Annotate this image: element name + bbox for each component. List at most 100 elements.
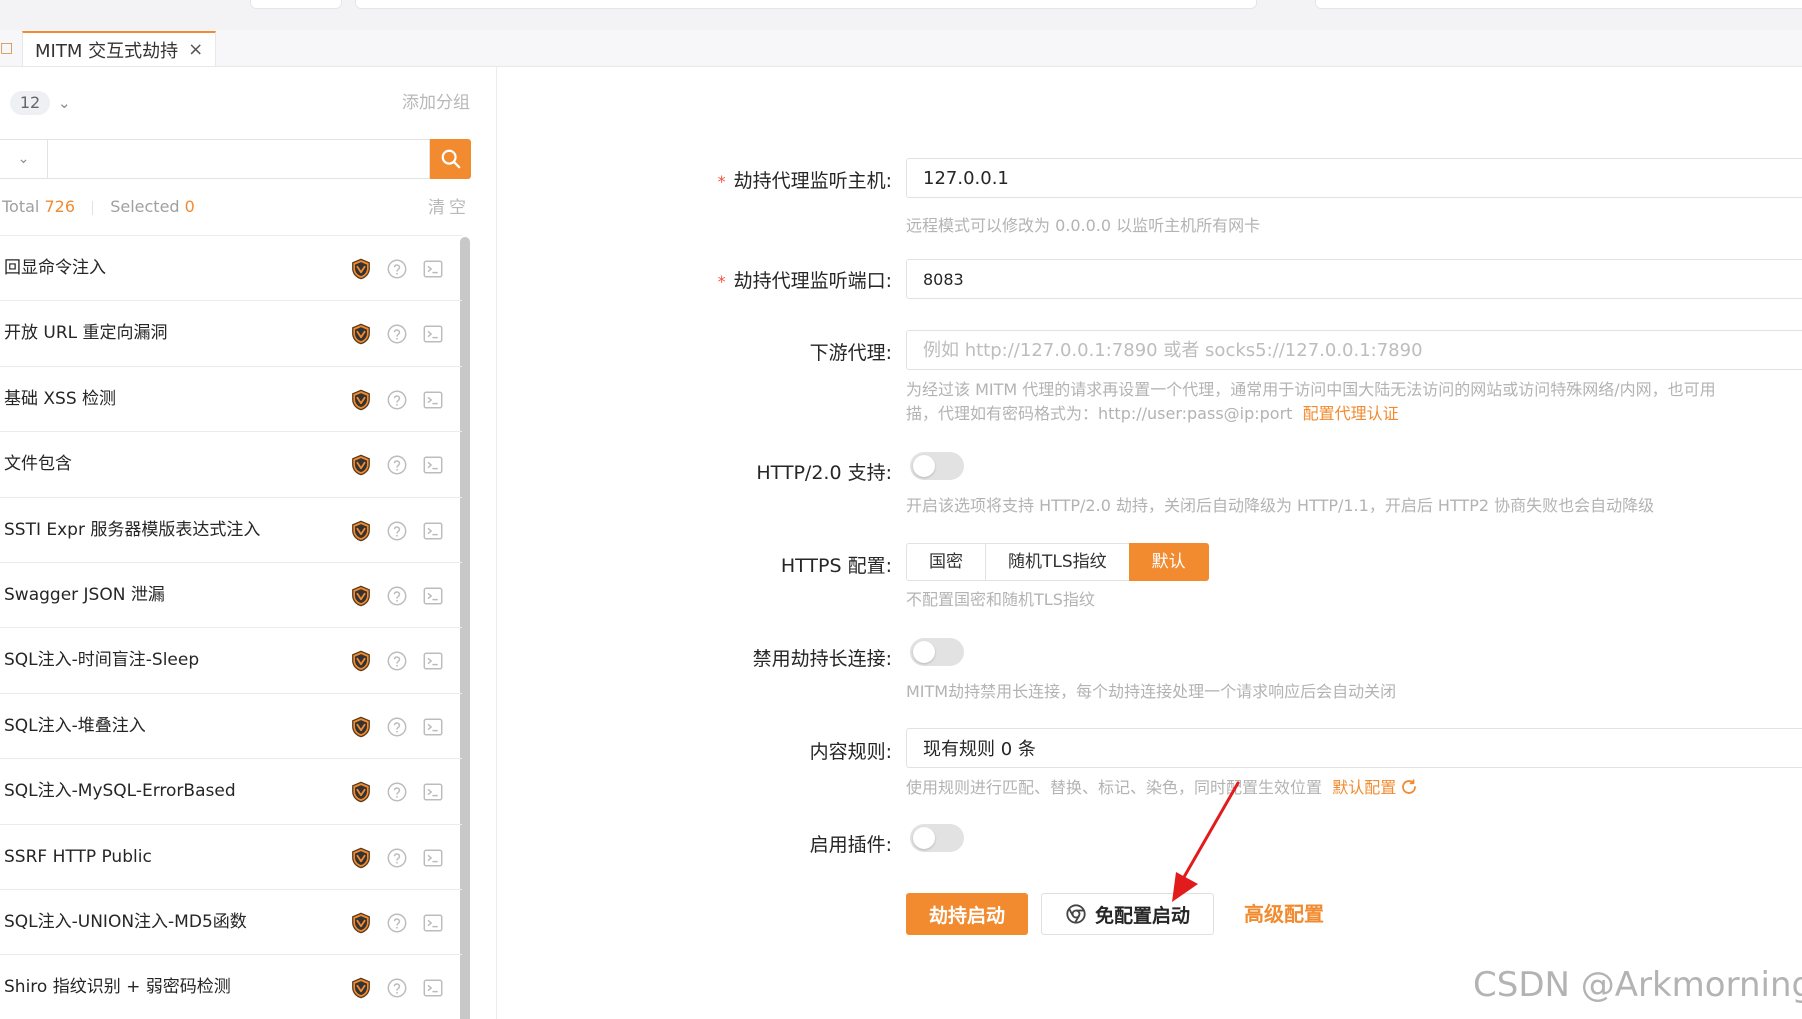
- help-icon[interactable]: [386, 912, 408, 934]
- default-config-link[interactable]: 默认配置: [1332, 778, 1396, 797]
- total-count: 726: [44, 197, 76, 216]
- shield-icon: [352, 520, 370, 541]
- tab-mitm-label: MITM 交互式劫持: [35, 40, 179, 62]
- chevron-down-icon: ⌄: [17, 151, 30, 167]
- top-search-stub[interactable]: [1315, 0, 1802, 9]
- shield-icon: [352, 389, 370, 411]
- help-icon[interactable]: [386, 520, 408, 542]
- plugin-name: 开放 URL 重定向漏洞: [4, 323, 168, 344]
- list-item[interactable]: SSRF HTTP Public: [0, 825, 462, 890]
- terminal-icon[interactable]: [422, 912, 444, 934]
- list-item[interactable]: SQL注入-MySQL-ErrorBased: [0, 759, 462, 825]
- help-icon[interactable]: [386, 389, 408, 411]
- downstream-proxy-input[interactable]: [906, 330, 1802, 370]
- list-item[interactable]: Shiro 指纹识别 + 弱密码检测: [0, 955, 462, 1019]
- close-icon[interactable]: ×: [188, 39, 203, 60]
- tab-mitm[interactable]: MITM 交互式劫持 ×: [22, 31, 217, 66]
- list-item[interactable]: 文件包含: [0, 432, 462, 498]
- top-strip: [0, 0, 1802, 31]
- plugin-name: SQL注入-时间盲注-Sleep: [4, 650, 200, 671]
- list-item[interactable]: SQL注入-时间盲注-Sleep: [0, 628, 462, 694]
- help-icon[interactable]: [386, 847, 408, 869]
- list-item[interactable]: SQL注入-UNION注入-MD5函数: [0, 890, 462, 956]
- search-icon: [441, 149, 460, 169]
- group-count-badge[interactable]: 12: [10, 91, 50, 115]
- plugin-name: SSRF HTTP Public: [4, 846, 152, 867]
- shield-icon: [352, 847, 370, 868]
- downstream-hint-line2: 描，代理如有密码格式为：http://user:pass@ip:port 配置代…: [906, 404, 1399, 423]
- tab-bar: [0, 30, 1802, 67]
- shield-icon: [352, 716, 370, 738]
- host-hint: 远程模式可以修改为 0.0.0.0 以监听主机所有网卡: [906, 216, 1261, 235]
- port-input[interactable]: [906, 259, 1802, 299]
- help-icon[interactable]: [386, 323, 408, 345]
- list-item[interactable]: SQL注入-堆叠注入: [0, 694, 462, 760]
- plugins-toggle[interactable]: [910, 824, 964, 852]
- search-input[interactable]: [48, 139, 430, 179]
- top-address-stub[interactable]: [355, 0, 1257, 9]
- terminal-icon[interactable]: [422, 323, 444, 345]
- terminal-icon[interactable]: [422, 258, 444, 280]
- terminal-icon[interactable]: [422, 716, 444, 738]
- shield-icon: [352, 324, 370, 345]
- help-icon[interactable]: [386, 716, 408, 738]
- terminal-icon[interactable]: [422, 520, 444, 542]
- list-item[interactable]: 基础 XSS 检测: [0, 367, 462, 433]
- https-label: HTTPS 配置:: [780, 555, 892, 577]
- https-option-guomi[interactable]: 国密: [906, 543, 986, 581]
- list-item[interactable]: 开放 URL 重定向漏洞: [0, 301, 462, 367]
- downstream-proxy-label: 下游代理:: [809, 342, 892, 364]
- plugin-name: Swagger JSON 泄漏: [4, 584, 165, 605]
- chevron-down-icon[interactable]: ⌄: [58, 91, 71, 115]
- keepalive-toggle[interactable]: [910, 638, 964, 666]
- list-item[interactable]: Swagger JSON 泄漏: [0, 563, 462, 629]
- selection-stats: Total 726 Selected 0: [2, 197, 195, 217]
- help-icon[interactable]: [386, 781, 408, 803]
- host-input[interactable]: [906, 158, 1802, 198]
- selected-count: 0: [184, 197, 195, 216]
- total-label: Total: [2, 197, 40, 216]
- top-tab-stub[interactable]: [250, 0, 342, 9]
- host-label: * 劫持代理监听主机:: [717, 170, 892, 192]
- help-icon[interactable]: [386, 258, 408, 280]
- help-icon[interactable]: [386, 454, 408, 476]
- list-item[interactable]: SSTI Expr 服务器模版表达式注入: [0, 498, 462, 563]
- proxy-auth-link[interactable]: 配置代理认证: [1303, 404, 1399, 423]
- terminal-icon[interactable]: [422, 389, 444, 411]
- keepalive-label: 禁用劫持长连接:: [752, 648, 892, 670]
- terminal-icon[interactable]: [422, 847, 444, 869]
- https-mode-group: 国密 随机TLS指纹 默认: [906, 543, 1209, 581]
- help-icon[interactable]: [386, 650, 408, 672]
- https-option-default[interactable]: 默认: [1128, 543, 1209, 581]
- list-item[interactable]: 回显命令注入: [0, 236, 462, 302]
- shield-icon: [352, 781, 370, 803]
- shield-icon: [352, 651, 370, 672]
- port-label: * 劫持代理监听端口:: [717, 270, 892, 292]
- clear-button[interactable]: 清空: [428, 197, 470, 219]
- search-button[interactable]: [430, 139, 471, 179]
- help-icon[interactable]: [386, 977, 408, 999]
- terminal-icon[interactable]: [422, 781, 444, 803]
- chrome-icon: [1066, 904, 1086, 924]
- plugin-list: 回显命令注入开放 URL 重定向漏洞基础 XSS 检测文件包含 SSTI Expr…: [0, 235, 462, 1019]
- start-hijack-button[interactable]: 劫持启动: [906, 893, 1028, 935]
- page-icon: □: [0, 40, 14, 56]
- search-type-select[interactable]: ⌄: [0, 139, 48, 179]
- shield-icon: [352, 454, 370, 476]
- help-icon[interactable]: [386, 585, 408, 607]
- https-option-random-tls[interactable]: 随机TLS指纹: [985, 543, 1130, 581]
- plugin-name: 文件包含: [4, 454, 72, 475]
- rules-input[interactable]: [906, 728, 1802, 768]
- plugin-name: SQL注入-堆叠注入: [4, 715, 146, 736]
- terminal-icon[interactable]: [422, 454, 444, 476]
- terminal-icon[interactable]: [422, 585, 444, 607]
- refresh-icon[interactable]: [1400, 778, 1418, 796]
- shield-icon: [352, 977, 370, 999]
- plugin-name: SQL注入-UNION注入-MD5函数: [4, 911, 247, 932]
- add-group-link[interactable]: 添加分组: [402, 91, 470, 115]
- terminal-icon[interactable]: [422, 977, 444, 999]
- shield-icon: [352, 258, 370, 280]
- plugin-name: Shiro 指纹识别 + 弱密码检测: [4, 977, 231, 998]
- http2-toggle[interactable]: [910, 452, 964, 480]
- terminal-icon[interactable]: [422, 650, 444, 672]
